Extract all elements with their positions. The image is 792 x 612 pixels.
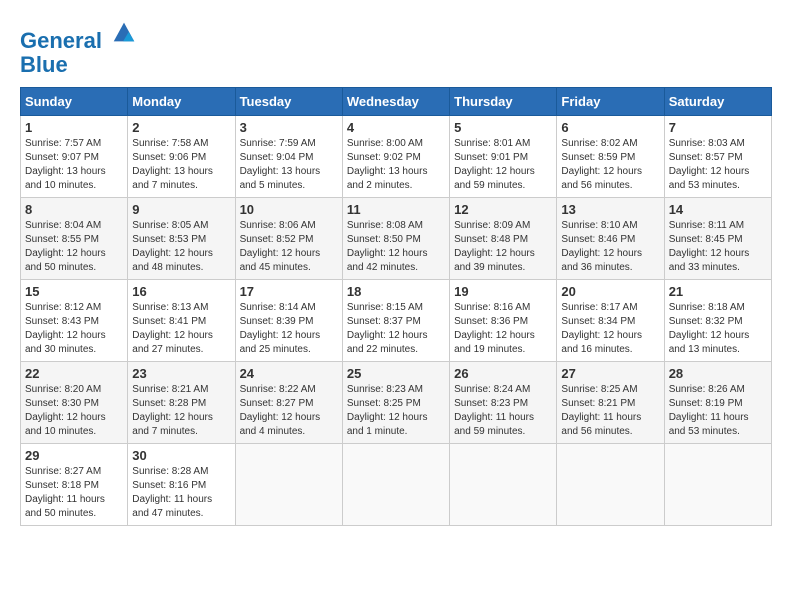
- calendar-day-25: 25Sunrise: 8:23 AMSunset: 8:25 PMDayligh…: [342, 362, 449, 444]
- weekday-header-monday: Monday: [128, 88, 235, 116]
- calendar-table: SundayMondayTuesdayWednesdayThursdayFrid…: [20, 87, 772, 526]
- calendar-day-29: 29Sunrise: 8:27 AMSunset: 8:18 PMDayligh…: [21, 444, 128, 526]
- weekday-header-sunday: Sunday: [21, 88, 128, 116]
- calendar-week-5: 29Sunrise: 8:27 AMSunset: 8:18 PMDayligh…: [21, 444, 772, 526]
- empty-cell: [235, 444, 342, 526]
- calendar-day-30: 30Sunrise: 8:28 AMSunset: 8:16 PMDayligh…: [128, 444, 235, 526]
- calendar-day-4: 4Sunrise: 8:00 AMSunset: 9:02 PMDaylight…: [342, 116, 449, 198]
- weekday-header-wednesday: Wednesday: [342, 88, 449, 116]
- page-header: General Blue: [20, 20, 772, 77]
- calendar-day-24: 24Sunrise: 8:22 AMSunset: 8:27 PMDayligh…: [235, 362, 342, 444]
- calendar-day-15: 15Sunrise: 8:12 AMSunset: 8:43 PMDayligh…: [21, 280, 128, 362]
- calendar-week-1: 1Sunrise: 7:57 AMSunset: 9:07 PMDaylight…: [21, 116, 772, 198]
- calendar-day-8: 8Sunrise: 8:04 AMSunset: 8:55 PMDaylight…: [21, 198, 128, 280]
- calendar-day-7: 7Sunrise: 8:03 AMSunset: 8:57 PMDaylight…: [664, 116, 771, 198]
- logo-blue-text: Blue: [20, 53, 138, 77]
- calendar-day-19: 19Sunrise: 8:16 AMSunset: 8:36 PMDayligh…: [450, 280, 557, 362]
- calendar-day-22: 22Sunrise: 8:20 AMSunset: 8:30 PMDayligh…: [21, 362, 128, 444]
- calendar-day-1: 1Sunrise: 7:57 AMSunset: 9:07 PMDaylight…: [21, 116, 128, 198]
- logo-icon: [110, 18, 138, 46]
- calendar-day-28: 28Sunrise: 8:26 AMSunset: 8:19 PMDayligh…: [664, 362, 771, 444]
- empty-cell: [450, 444, 557, 526]
- calendar-day-10: 10Sunrise: 8:06 AMSunset: 8:52 PMDayligh…: [235, 198, 342, 280]
- calendar-day-23: 23Sunrise: 8:21 AMSunset: 8:28 PMDayligh…: [128, 362, 235, 444]
- calendar-week-2: 8Sunrise: 8:04 AMSunset: 8:55 PMDaylight…: [21, 198, 772, 280]
- calendar-header-row: SundayMondayTuesdayWednesdayThursdayFrid…: [21, 88, 772, 116]
- calendar-day-18: 18Sunrise: 8:15 AMSunset: 8:37 PMDayligh…: [342, 280, 449, 362]
- calendar-day-17: 17Sunrise: 8:14 AMSunset: 8:39 PMDayligh…: [235, 280, 342, 362]
- weekday-header-thursday: Thursday: [450, 88, 557, 116]
- calendar-day-21: 21Sunrise: 8:18 AMSunset: 8:32 PMDayligh…: [664, 280, 771, 362]
- logo: General Blue: [20, 20, 138, 77]
- empty-cell: [664, 444, 771, 526]
- empty-cell: [342, 444, 449, 526]
- calendar-day-2: 2Sunrise: 7:58 AMSunset: 9:06 PMDaylight…: [128, 116, 235, 198]
- calendar-day-11: 11Sunrise: 8:08 AMSunset: 8:50 PMDayligh…: [342, 198, 449, 280]
- weekday-header-saturday: Saturday: [664, 88, 771, 116]
- calendar-day-6: 6Sunrise: 8:02 AMSunset: 8:59 PMDaylight…: [557, 116, 664, 198]
- calendar-week-3: 15Sunrise: 8:12 AMSunset: 8:43 PMDayligh…: [21, 280, 772, 362]
- calendar-day-14: 14Sunrise: 8:11 AMSunset: 8:45 PMDayligh…: [664, 198, 771, 280]
- calendar-day-5: 5Sunrise: 8:01 AMSunset: 9:01 PMDaylight…: [450, 116, 557, 198]
- calendar-day-12: 12Sunrise: 8:09 AMSunset: 8:48 PMDayligh…: [450, 198, 557, 280]
- empty-cell: [557, 444, 664, 526]
- calendar-day-20: 20Sunrise: 8:17 AMSunset: 8:34 PMDayligh…: [557, 280, 664, 362]
- calendar-week-4: 22Sunrise: 8:20 AMSunset: 8:30 PMDayligh…: [21, 362, 772, 444]
- calendar-day-27: 27Sunrise: 8:25 AMSunset: 8:21 PMDayligh…: [557, 362, 664, 444]
- calendar-day-26: 26Sunrise: 8:24 AMSunset: 8:23 PMDayligh…: [450, 362, 557, 444]
- calendar-day-3: 3Sunrise: 7:59 AMSunset: 9:04 PMDaylight…: [235, 116, 342, 198]
- weekday-header-friday: Friday: [557, 88, 664, 116]
- calendar-day-16: 16Sunrise: 8:13 AMSunset: 8:41 PMDayligh…: [128, 280, 235, 362]
- weekday-header-tuesday: Tuesday: [235, 88, 342, 116]
- logo-text: General: [20, 20, 138, 53]
- calendar-day-9: 9Sunrise: 8:05 AMSunset: 8:53 PMDaylight…: [128, 198, 235, 280]
- calendar-day-13: 13Sunrise: 8:10 AMSunset: 8:46 PMDayligh…: [557, 198, 664, 280]
